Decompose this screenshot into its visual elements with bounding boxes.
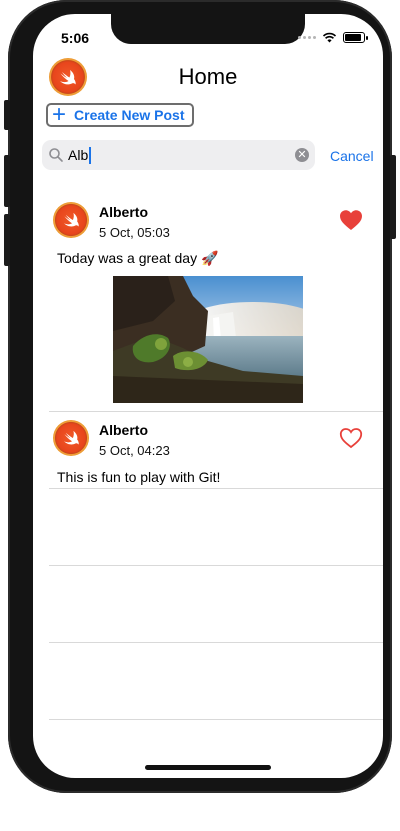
search-field[interactable]: Alb ✕ — [42, 140, 315, 170]
post-date: 5 Oct, 04:23 — [99, 443, 170, 458]
volume-down-button — [4, 214, 10, 266]
post-text: This is fun to play with Git! — [57, 469, 221, 485]
liked-heart-icon[interactable] — [339, 209, 363, 231]
status-time: 5:06 — [61, 30, 90, 46]
post-date: 5 Oct, 05:03 — [99, 225, 170, 240]
plus-icon: + — [52, 101, 67, 128]
create-new-post-button[interactable]: + Create New Post — [46, 103, 194, 127]
text-cursor — [89, 146, 92, 164]
post-author-avatar[interactable] — [53, 420, 89, 456]
cellular-signal-icon — [298, 36, 316, 39]
row-divider — [49, 565, 383, 566]
mute-switch — [4, 100, 10, 130]
power-button — [390, 155, 396, 239]
cancel-search-button[interactable]: Cancel — [330, 148, 374, 164]
search-input-value[interactable]: Alb — [68, 147, 88, 163]
notch — [111, 14, 305, 44]
row-divider — [49, 488, 383, 489]
post-divider — [49, 411, 383, 412]
unliked-heart-icon[interactable] — [339, 427, 363, 449]
row-divider — [49, 719, 383, 720]
battery-icon — [343, 32, 368, 43]
status-icons — [298, 32, 368, 43]
home-indicator[interactable] — [145, 765, 271, 770]
row-divider — [49, 642, 383, 643]
app-screen: 5:06 Home + Create New Post Alb ✕ Cancel… — [33, 14, 383, 778]
post-photo-waterfall[interactable] — [113, 276, 303, 403]
swift-logo-icon — [63, 430, 79, 445]
post-author-name: Alberto — [99, 422, 148, 438]
phone-frame: 5:06 Home + Create New Post Alb ✕ Cancel… — [8, 0, 392, 793]
search-icon — [49, 148, 63, 162]
post-text: Today was a great day 🚀 — [57, 250, 219, 266]
wifi-icon — [322, 32, 337, 43]
volume-up-button — [4, 155, 10, 207]
post-author-avatar[interactable] — [53, 202, 89, 238]
create-new-post-label: Create New Post — [74, 107, 185, 123]
page-title: Home — [178, 64, 238, 89]
swift-logo-icon — [63, 212, 79, 227]
clear-search-icon[interactable]: ✕ — [295, 148, 309, 162]
post-author-name: Alberto — [99, 204, 148, 220]
